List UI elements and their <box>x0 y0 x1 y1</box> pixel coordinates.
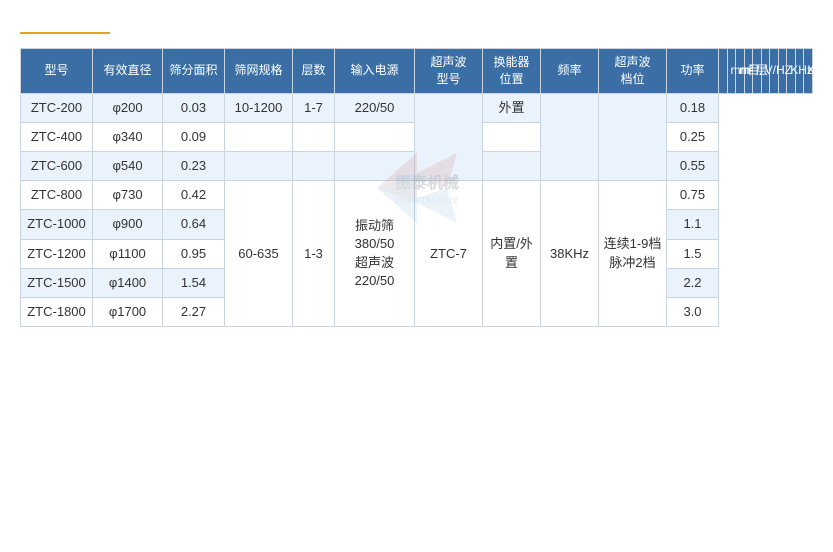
th-mesh: 筛网规格 <box>225 49 293 94</box>
params-table: 型号 有效直径 筛分面积 筛网规格 层数 输入电源 超声波型号 换能器位置 频率… <box>20 48 813 327</box>
th-diam: 有效直径 <box>93 49 163 94</box>
th-power-input: 输入电源 <box>335 49 415 94</box>
cell-diam: φ730 <box>93 181 163 210</box>
cell-watt: 0.55 <box>667 151 719 180</box>
cell-model: ZTC-1000 <box>21 210 93 239</box>
cell-mesh-group: 60-635 <box>225 181 293 327</box>
cell-area: 0.09 <box>163 122 225 151</box>
cell-trans-pos <box>483 122 541 151</box>
cell-diam: φ1100 <box>93 239 163 268</box>
th-area: 筛分面积 <box>163 49 225 94</box>
cell-model: ZTC-200 <box>21 93 93 122</box>
cell-area: 0.95 <box>163 239 225 268</box>
cell-model: ZTC-1800 <box>21 297 93 326</box>
table-body: ZTC-200φ2000.0310-12001-7220/50外置0.18ZTC… <box>21 93 813 327</box>
cell-trans-pos: 外置 <box>483 93 541 122</box>
cell-diam: φ900 <box>93 210 163 239</box>
table-row: ZTC-800φ7300.4260-6351-3振动筛380/50超声波220/… <box>21 181 813 210</box>
cell-watt: 3.0 <box>667 297 719 326</box>
cell-watt: 1.1 <box>667 210 719 239</box>
th-model: 型号 <box>21 49 93 94</box>
table-row: ZTC-200φ2000.0310-12001-7220/50 外置 0.18 <box>21 93 813 122</box>
th-watt: 功率 <box>667 49 719 94</box>
cell-level-top <box>599 93 667 181</box>
cell-area: 0.03 <box>163 93 225 122</box>
table-container: 振泰机械 ZHENTAIJIXIE 型号 有效直径 <box>20 48 813 327</box>
th-freq: 频率 <box>541 49 599 94</box>
cell-diam: φ1700 <box>93 297 163 326</box>
cell-watt: 2.2 <box>667 268 719 297</box>
cell-watt: 0.18 <box>667 93 719 122</box>
cell-area: 0.64 <box>163 210 225 239</box>
th-trans-model: 超声波型号 <box>415 49 483 94</box>
cell-power-input <box>335 122 415 151</box>
unit-diam: mm <box>727 49 736 94</box>
cell-area: 0.23 <box>163 151 225 180</box>
cell-model: ZTC-800 <box>21 181 93 210</box>
cell-level-group: 连续1-9档脉冲2档 <box>599 181 667 327</box>
cell-diam: φ540 <box>93 151 163 180</box>
cell-model: ZTC-1500 <box>21 268 93 297</box>
cell-diam: φ200 <box>93 93 163 122</box>
cell-power-input: 220/50 <box>335 93 415 122</box>
cell-mesh <box>225 122 293 151</box>
th-level: 超声波档位 <box>599 49 667 94</box>
unit-model <box>719 49 728 94</box>
th-trans-pos: 换能器位置 <box>483 49 541 94</box>
th-layer: 层数 <box>293 49 335 94</box>
cell-trans-pos-group: 内置/外置 <box>483 181 541 327</box>
cell-freq-group: 38KHz <box>541 181 599 327</box>
cell-area: 1.54 <box>163 268 225 297</box>
cell-model: ZTC-400 <box>21 122 93 151</box>
cell-watt: 0.25 <box>667 122 719 151</box>
page-wrapper: 振泰机械 ZHENTAIJIXIE 型号 有效直径 <box>0 0 833 552</box>
title-underline <box>20 32 110 34</box>
cell-watt: 1.5 <box>667 239 719 268</box>
cell-area: 0.42 <box>163 181 225 210</box>
cell-layer <box>293 151 335 180</box>
cell-power-input-group: 振动筛380/50超声波220/50 <box>335 181 415 327</box>
cell-mesh: 10-1200 <box>225 93 293 122</box>
cell-power-input <box>335 151 415 180</box>
cell-watt: 0.75 <box>667 181 719 210</box>
cell-layer <box>293 122 335 151</box>
table-head: 型号 有效直径 筛分面积 筛网规格 层数 输入电源 超声波型号 换能器位置 频率… <box>21 49 813 94</box>
cell-trans-pos <box>483 151 541 180</box>
cell-area: 2.27 <box>163 297 225 326</box>
cell-model: ZTC-1200 <box>21 239 93 268</box>
cell-diam: φ1400 <box>93 268 163 297</box>
cell-trans-model-group: ZTC-7 <box>415 181 483 327</box>
cell-mesh <box>225 151 293 180</box>
cell-freq-top <box>541 93 599 181</box>
cell-trans-model-top <box>415 93 483 181</box>
cell-layer: 1-7 <box>293 93 335 122</box>
cell-model: ZTC-600 <box>21 151 93 180</box>
cell-diam: φ340 <box>93 122 163 151</box>
cell-layer-group: 1-3 <box>293 181 335 327</box>
